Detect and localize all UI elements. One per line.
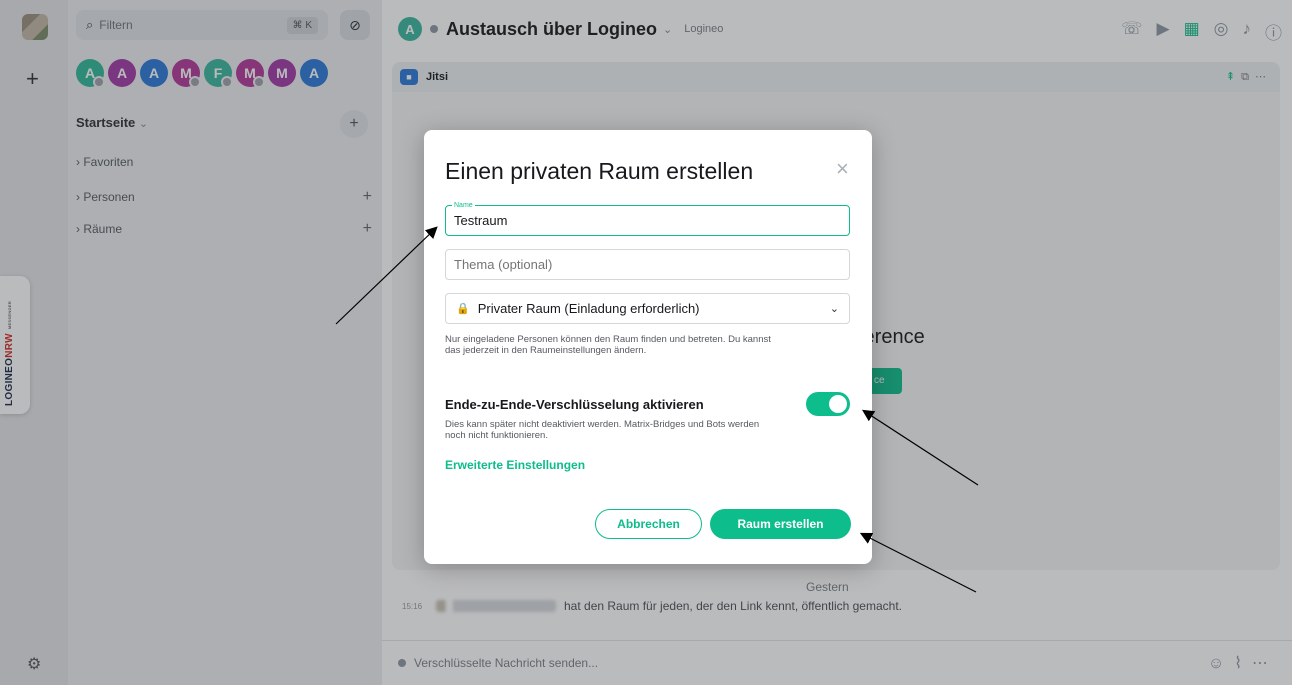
advanced-settings-link[interactable]: Erweiterte Einstellungen bbox=[445, 458, 585, 472]
cancel-button[interactable]: Abbrechen bbox=[595, 509, 702, 539]
e2e-toggle[interactable] bbox=[806, 392, 850, 416]
dialog-title: Einen privaten Raum erstellen bbox=[445, 158, 754, 184]
close-icon[interactable]: × bbox=[836, 158, 849, 180]
visibility-selected: Privater Raum (Einladung erforderlich) bbox=[477, 301, 700, 316]
room-topic-input[interactable] bbox=[445, 249, 850, 280]
e2e-help: Dies kann später nicht deaktiviert werde… bbox=[445, 419, 760, 441]
e2e-title: Ende-zu-Ende-Verschlüsselung aktivieren bbox=[445, 397, 704, 412]
room-name-label: Name bbox=[452, 202, 475, 209]
toggle-knob bbox=[829, 395, 847, 413]
create-room-button[interactable]: Raum erstellen bbox=[710, 509, 851, 539]
visibility-help: Nur eingeladene Personen können den Raum… bbox=[445, 334, 771, 356]
room-visibility-select[interactable]: 🔒 Privater Raum (Einladung erforderlich)… bbox=[445, 293, 850, 324]
room-name-input[interactable] bbox=[445, 205, 850, 236]
chevron-down-icon: ⌄ bbox=[829, 303, 839, 315]
lock-icon: 🔒 bbox=[456, 303, 470, 315]
create-room-dialog: Einen privaten Raum erstellen × Name 🔒 P… bbox=[424, 130, 872, 564]
